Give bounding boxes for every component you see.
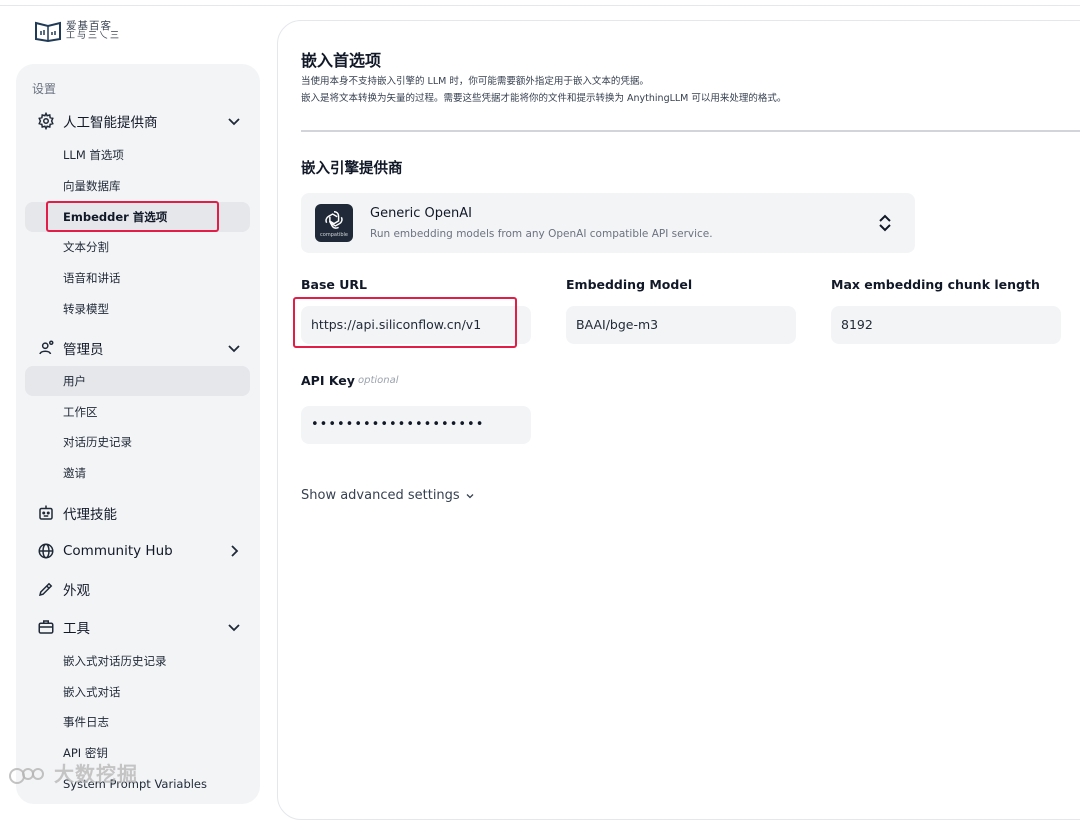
api-key-input[interactable]: •••••••••••••••••••• (301, 406, 531, 444)
section-divider (301, 130, 1080, 132)
provider-heading: 嵌入引擎提供商 (301, 161, 403, 177)
sidebar-group-tools[interactable]: 工具 (16, 613, 260, 641)
provider-select[interactable]: compatible Generic OpenAI Run embedding … (301, 193, 915, 253)
gear-icon (36, 111, 56, 131)
sidebar-group-label: 人工智能提供商 (63, 115, 158, 131)
sidebar-item-agent-skills[interactable]: 代理技能 (16, 499, 260, 527)
robot-icon (36, 503, 56, 523)
base-url-label: Base URL (301, 277, 367, 292)
globe-icon (36, 541, 56, 561)
sidebar-item-label: Community Hub (63, 543, 173, 559)
sidebar-group-label: 管理员 (63, 342, 104, 358)
icon-caption: compatible (320, 231, 348, 238)
sidebar-group-ai-providers[interactable]: 人工智能提供商 (16, 107, 260, 135)
brand-logo[interactable]: 爱基百客 工与三乀三 (34, 20, 121, 42)
toolbox-icon (36, 617, 56, 637)
watermark-logo-icon (9, 767, 44, 784)
openai-icon: compatible (315, 204, 353, 242)
sidebar-item-users[interactable]: 用户 (63, 369, 86, 393)
sidebar-item-community-hub[interactable]: Community Hub (16, 537, 260, 565)
sidebar-item-invites[interactable]: 邀请 (63, 461, 86, 485)
embedding-model-input[interactable]: BAAI/bge-m3 (566, 306, 796, 344)
sidebar-item-chat-history[interactable]: 对话历史记录 (63, 430, 132, 454)
hover-item-highlight (25, 366, 250, 396)
sidebar-item-text-splitter[interactable]: 文本分割 (63, 235, 109, 259)
sidebar-item-embed-chat[interactable]: 嵌入式对话 (63, 680, 121, 704)
sidebar-item-event-logs[interactable]: 事件日志 (63, 710, 109, 734)
provider-name: Generic OpenAI (370, 206, 472, 221)
top-border (0, 0, 1080, 6)
chunk-length-input[interactable]: 8192 (831, 306, 1061, 344)
sidebar-item-transcription[interactable]: 转录模型 (63, 297, 109, 321)
show-advanced-toggle[interactable]: Show advanced settings (301, 488, 475, 503)
chevron-down-icon (466, 493, 474, 498)
page-description-2: 嵌入是将文本转换为矢量的过程。需要这些凭据才能将你的文件和提示转换为 Anyth… (301, 93, 787, 104)
chevron-down-icon[interactable] (226, 113, 242, 129)
annotation-highlight-base-url (293, 297, 517, 348)
watermark: 大数挖掘 (8, 758, 138, 787)
chevron-updown-icon (879, 214, 891, 232)
settings-sidebar: 设置 人工智能提供商 LLM 首选项 向量数据库 Embedder 首选项 文本… (16, 64, 260, 804)
chunk-length-label: Max embedding chunk length (831, 277, 1040, 292)
annotation-highlight-embedder (46, 201, 219, 232)
sidebar-item-appearance[interactable]: 外观 (16, 575, 260, 603)
book-logo-icon (35, 21, 61, 42)
sidebar-group-admin[interactable]: 管理员 (16, 334, 260, 362)
page-description-1: 当使用本身不支持嵌入引擎的 LLM 时，你可能需要额外指定用于嵌入文本的凭据。 (301, 76, 649, 87)
embedding-model-label: Embedding Model (566, 277, 693, 292)
chevron-down-icon[interactable] (226, 340, 242, 356)
watermark-text: 大数挖掘 (53, 762, 138, 786)
brand-line1: 爱基百客 (66, 20, 112, 32)
sidebar-item-label: 外观 (63, 583, 90, 599)
sidebar-item-voice[interactable]: 语音和讲话 (63, 266, 121, 290)
sidebar-item-label: 代理技能 (63, 507, 117, 523)
sidebar-title: 设置 (32, 82, 57, 96)
sidebar-item-vector-db[interactable]: 向量数据库 (63, 174, 121, 198)
api-key-optional-tag: optional (358, 375, 399, 386)
brush-icon (36, 579, 56, 599)
brand-line2: 工与三乀三 (66, 31, 122, 41)
sidebar-item-workspaces[interactable]: 工作区 (63, 400, 98, 424)
sidebar-item-llm[interactable]: LLM 首选项 (63, 143, 124, 167)
provider-description: Run embedding models from any OpenAI com… (370, 228, 713, 240)
sidebar-item-embed-chat-history[interactable]: 嵌入式对话历史记录 (63, 649, 167, 673)
user-gear-icon (36, 338, 56, 358)
chevron-right-icon[interactable] (226, 543, 242, 559)
api-key-label: API Key (301, 373, 355, 388)
show-advanced-label: Show advanced settings (301, 488, 460, 503)
brand-text: 爱基百客 工与三乀三 (66, 21, 121, 41)
page-title: 嵌入首选项 (301, 51, 382, 70)
sidebar-group-label: 工具 (63, 621, 90, 637)
chevron-down-icon[interactable] (226, 619, 242, 635)
